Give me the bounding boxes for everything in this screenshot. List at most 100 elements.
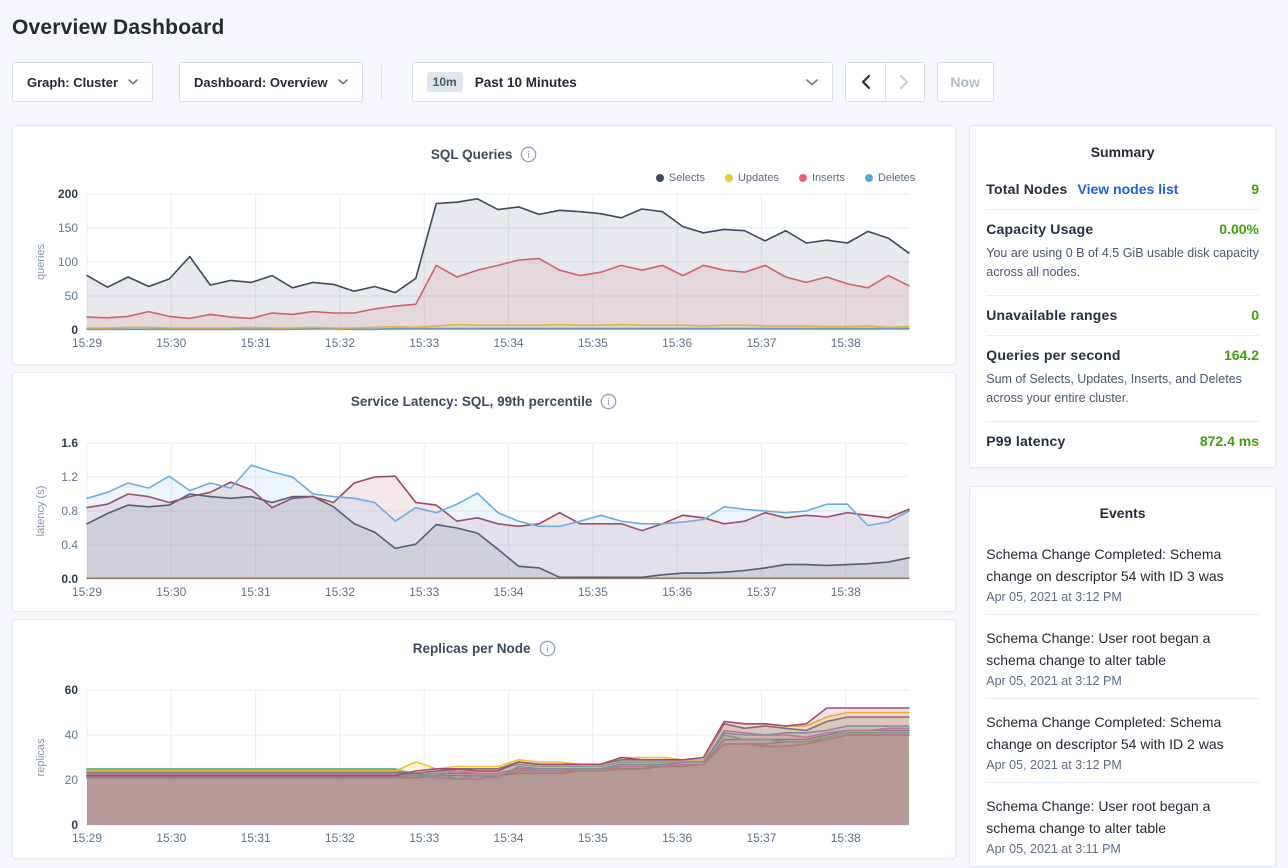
svg-text:150: 150 (58, 221, 78, 235)
svg-text:15:38: 15:38 (831, 336, 861, 350)
charts-column: SQL Queries i SelectsUpdatesInsertsDelet… (12, 125, 956, 859)
legend-dot-icon (865, 174, 873, 182)
now-button[interactable]: Now (937, 62, 994, 102)
svg-text:15:33: 15:33 (409, 336, 439, 350)
svg-text:15:31: 15:31 (241, 336, 271, 350)
svg-text:i: i (546, 644, 549, 655)
svg-text:15:38: 15:38 (831, 831, 861, 845)
sql-queries-plot[interactable]: 15:2915:3015:3115:3215:3315:3415:3515:36… (14, 182, 955, 362)
event-item[interactable]: Schema Change: User root began a schema … (986, 615, 1259, 699)
summary-row-unavailable-ranges: Unavailable ranges 0 (986, 296, 1259, 336)
toolbar-divider (381, 65, 382, 99)
event-timestamp: Apr 05, 2021 at 3:12 PM (986, 590, 1259, 604)
svg-text:15:36: 15:36 (662, 336, 692, 350)
summary-row-total-nodes: Total Nodes View nodes list 9 (986, 170, 1259, 210)
view-nodes-list-link[interactable]: View nodes list (1078, 181, 1179, 197)
svg-text:15:29: 15:29 (72, 585, 102, 599)
event-item[interactable]: Schema Change: User root began a schema … (986, 783, 1259, 866)
chevron-left-icon (861, 75, 870, 89)
svg-text:15:35: 15:35 (578, 831, 608, 845)
time-prev-button[interactable] (846, 63, 885, 101)
replicas-plot[interactable]: 15:2915:3015:3115:3215:3315:3415:3515:36… (14, 678, 955, 858)
summary-description: Sum of Selects, Updates, Inserts, and De… (986, 370, 1259, 409)
event-timestamp: Apr 05, 2021 at 3:11 PM (986, 842, 1259, 856)
info-icon[interactable]: i (520, 146, 537, 163)
svg-text:15:30: 15:30 (156, 336, 186, 350)
summary-label: Capacity Usage (986, 221, 1093, 237)
svg-text:1.2: 1.2 (61, 470, 78, 484)
svg-text:15:34: 15:34 (494, 831, 524, 845)
summary-label: Total Nodes (986, 181, 1067, 197)
events-title: Events (986, 487, 1259, 531)
summary-value: 164.2 (1224, 347, 1259, 363)
svg-text:15:33: 15:33 (409, 585, 439, 599)
svg-text:1.6: 1.6 (61, 436, 78, 450)
event-text: Schema Change: User root began a schema … (986, 795, 1259, 839)
svg-text:20: 20 (65, 773, 79, 787)
event-timestamp: Apr 05, 2021 at 3:12 PM (986, 758, 1259, 772)
dashboard-dropdown-label: Dashboard: Overview (194, 75, 328, 90)
legend-dot-icon (656, 174, 664, 182)
event-text: Schema Change Completed: Schema change o… (986, 711, 1259, 755)
time-nav-group (845, 62, 925, 102)
time-range-dropdown[interactable]: 10m Past 10 Minutes (412, 62, 833, 102)
time-range-label: Past 10 Minutes (475, 75, 577, 90)
svg-text:0.0: 0.0 (61, 572, 78, 586)
svg-text:15:29: 15:29 (72, 831, 102, 845)
svg-text:15:37: 15:37 (746, 336, 776, 350)
legend-dot-icon (799, 174, 807, 182)
summary-value: 872.4 ms (1200, 433, 1259, 449)
svg-text:100: 100 (58, 255, 78, 269)
svg-text:15:32: 15:32 (325, 336, 355, 350)
info-icon[interactable]: i (600, 393, 617, 410)
graph-dropdown[interactable]: Graph: Cluster (12, 62, 153, 102)
chevron-right-icon (900, 75, 909, 89)
svg-text:15:29: 15:29 (72, 336, 102, 350)
sidebar: Summary Total Nodes View nodes list 9 Ca… (969, 125, 1276, 867)
legend-dot-icon (725, 174, 733, 182)
svg-text:15:32: 15:32 (325, 585, 355, 599)
summary-row-capacity-usage: Capacity Usage 0.00% You are using 0 B o… (986, 210, 1259, 296)
toolbar: Graph: Cluster Dashboard: Overview 10m P… (12, 62, 1276, 102)
svg-text:0: 0 (71, 323, 78, 337)
summary-value: 9 (1251, 181, 1259, 197)
chevron-down-icon (338, 79, 348, 85)
svg-text:15:36: 15:36 (662, 831, 692, 845)
svg-text:0: 0 (71, 818, 78, 832)
event-item[interactable]: Schema Change Completed: Schema change o… (986, 699, 1259, 783)
chart-card-service-latency: Service Latency: SQL, 99th percentile i … (12, 372, 956, 612)
summary-row-queries-per-second: Queries per second 164.2 Sum of Selects,… (986, 336, 1259, 422)
summary-label: P99 latency (986, 433, 1065, 449)
events-panel: Events Schema Change Completed: Schema c… (969, 486, 1276, 867)
dashboard-dropdown[interactable]: Dashboard: Overview (179, 62, 363, 102)
svg-text:200: 200 (58, 187, 78, 201)
time-range-badge: 10m (427, 72, 463, 92)
svg-text:15:37: 15:37 (746, 585, 776, 599)
svg-text:15:38: 15:38 (831, 585, 861, 599)
page-title: Overview Dashboard (12, 16, 1276, 40)
svg-text:0.8: 0.8 (61, 504, 78, 518)
info-icon[interactable]: i (539, 640, 556, 657)
svg-text:15:31: 15:31 (241, 585, 271, 599)
event-item[interactable]: Schema Change Completed: Schema change o… (986, 531, 1259, 615)
svg-text:15:30: 15:30 (156, 585, 186, 599)
svg-text:i: i (608, 397, 611, 408)
event-timestamp: Apr 05, 2021 at 3:12 PM (986, 674, 1259, 688)
svg-text:latency (s): latency (s) (35, 486, 47, 537)
svg-text:15:36: 15:36 (662, 585, 692, 599)
svg-text:60: 60 (65, 683, 79, 697)
svg-text:50: 50 (65, 289, 79, 303)
svg-text:15:31: 15:31 (241, 831, 271, 845)
svg-text:0.4: 0.4 (61, 538, 78, 552)
chart-title: Service Latency: SQL, 99th percentile (351, 394, 593, 409)
svg-text:15:35: 15:35 (578, 585, 608, 599)
time-next-button[interactable] (885, 63, 924, 101)
service-latency-plot[interactable]: 15:2915:3015:3115:3215:3315:3415:3515:36… (14, 431, 955, 611)
summary-title: Summary (986, 126, 1259, 170)
summary-label: Unavailable ranges (986, 307, 1117, 323)
chart-title: Replicas per Node (413, 641, 531, 656)
summary-row-p99-latency: P99 latency 872.4 ms (986, 422, 1259, 461)
event-text: Schema Change Completed: Schema change o… (986, 543, 1259, 587)
svg-text:15:34: 15:34 (494, 336, 524, 350)
event-text: Schema Change: User root began a schema … (986, 627, 1259, 671)
